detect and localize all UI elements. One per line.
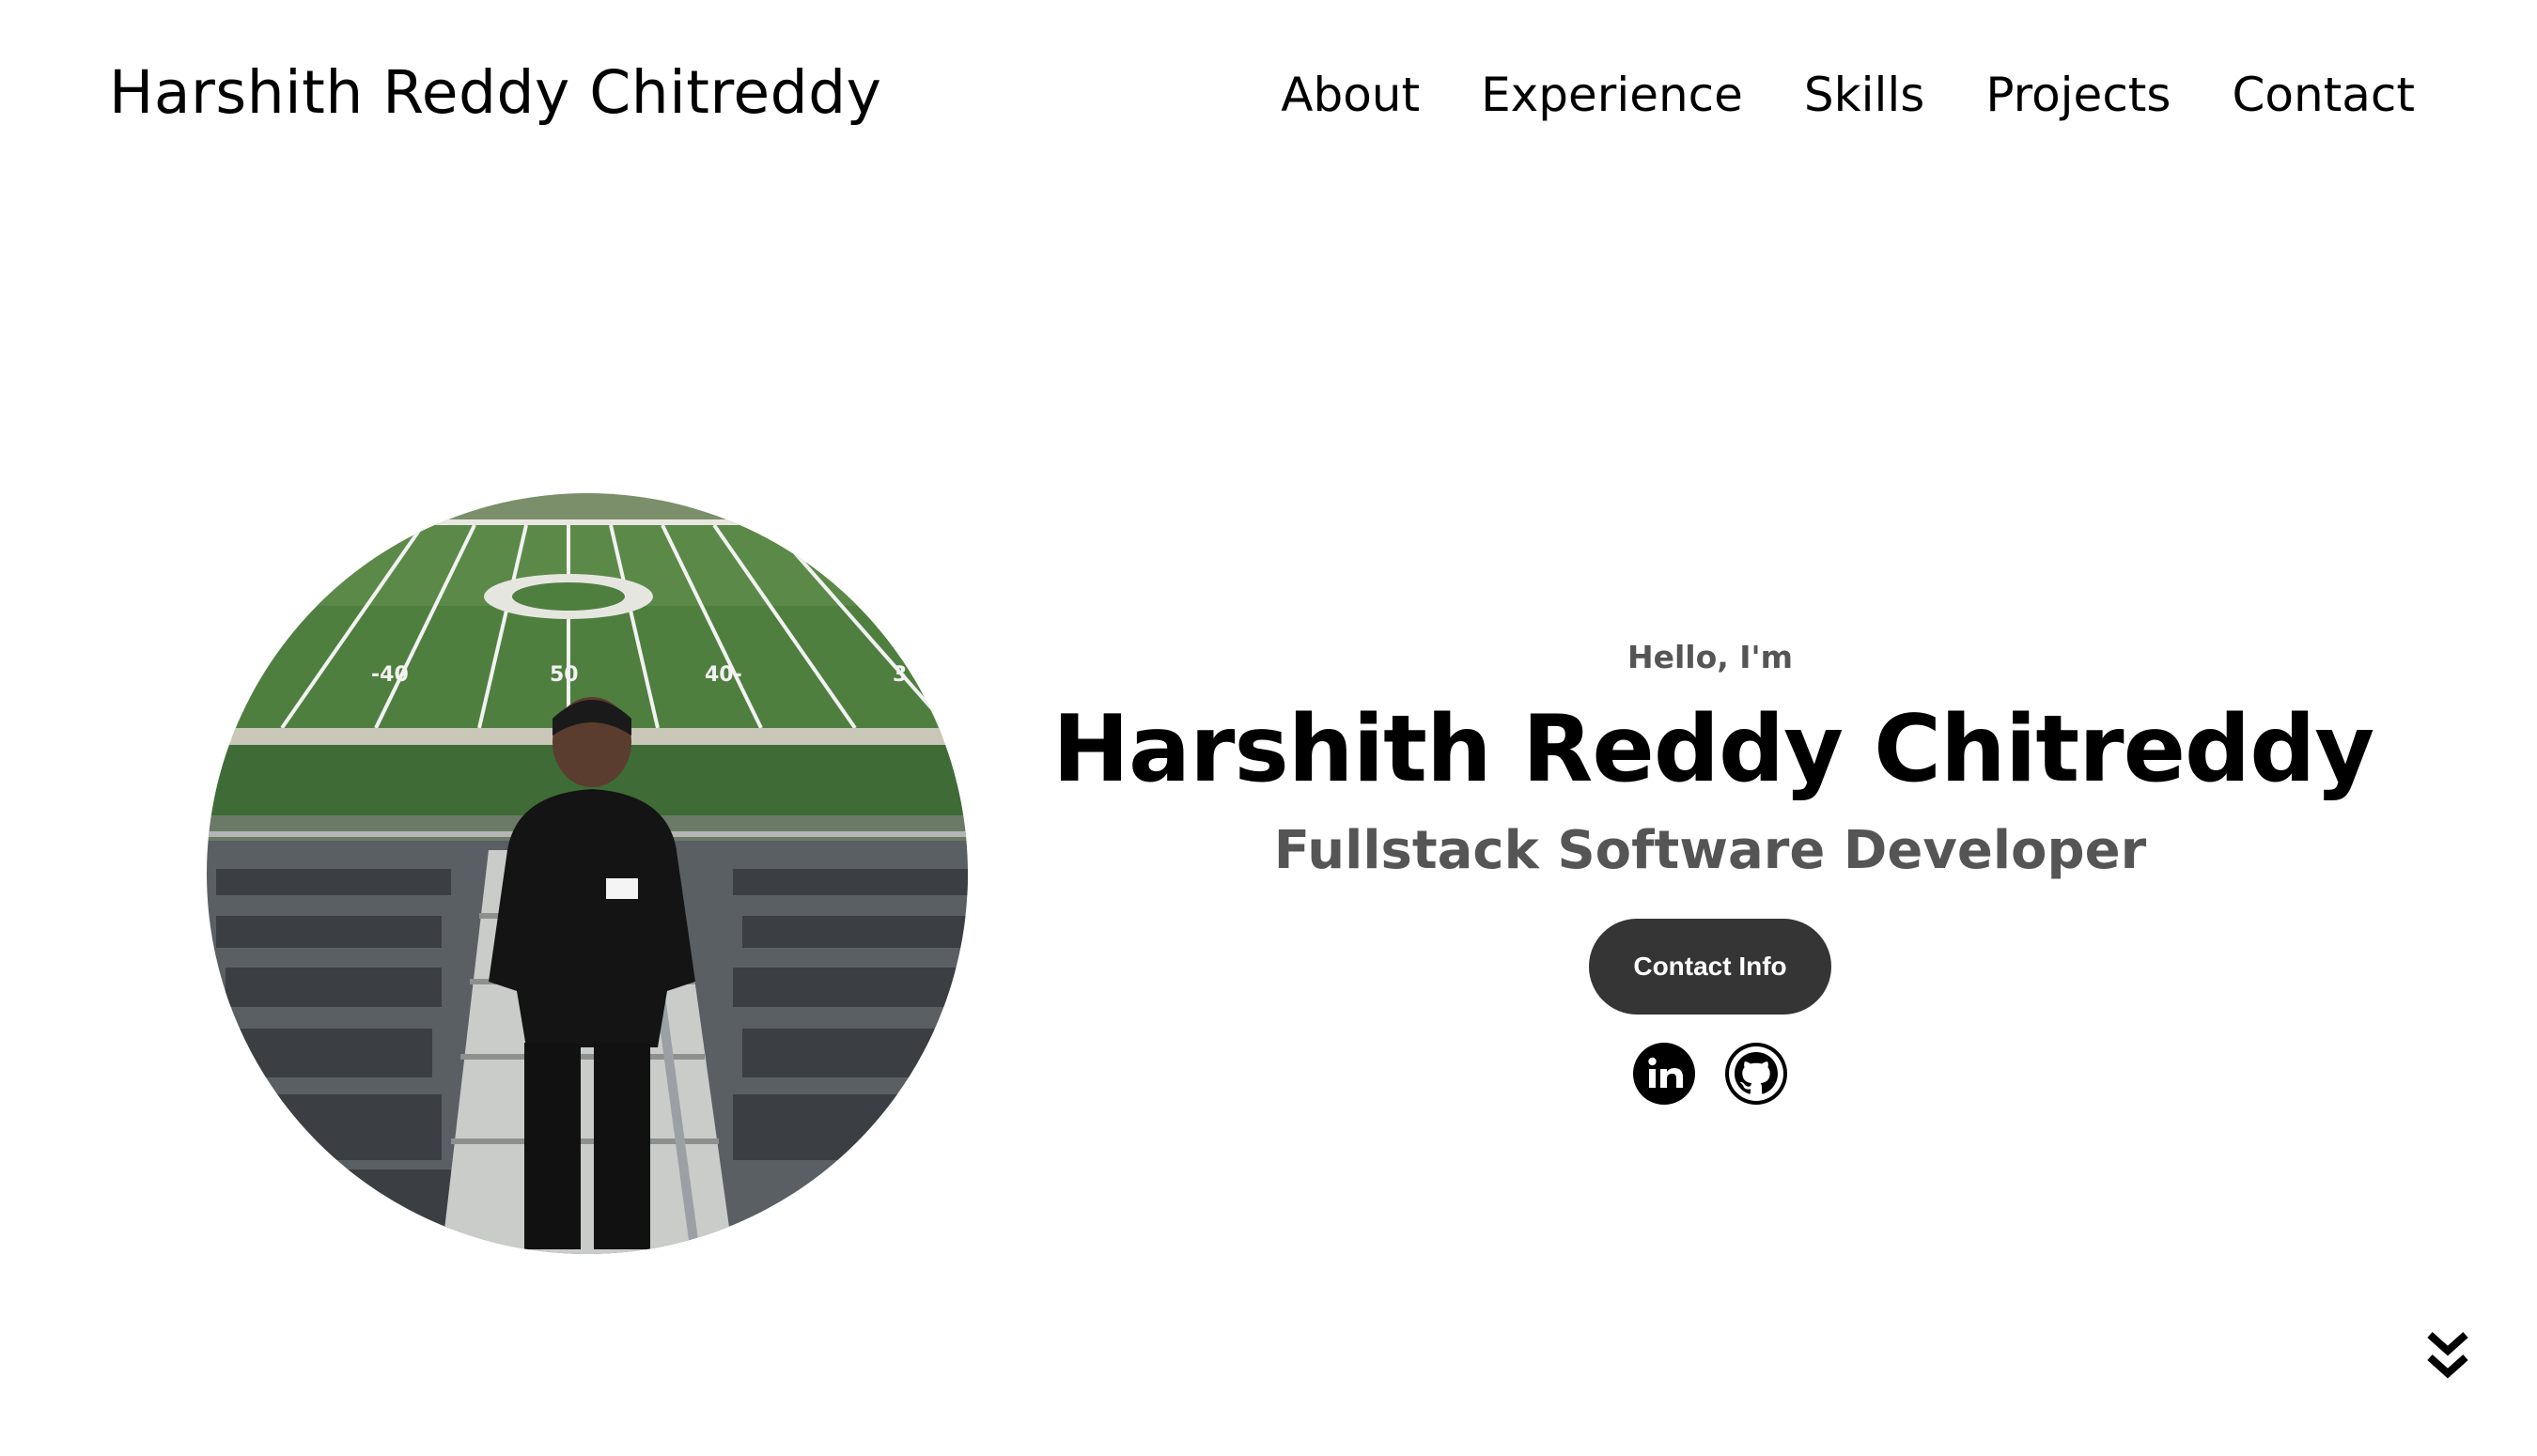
site-logo[interactable]: Harshith Reddy Chitreddy xyxy=(109,58,881,127)
nav-link-skills[interactable]: Skills xyxy=(1804,68,1924,122)
navbar: Harshith Reddy Chitreddy About Experienc… xyxy=(0,0,2537,197)
hero-name: Harshith Reddy Chitreddy xyxy=(1052,696,2374,803)
hero-role: Fullstack Software Developer xyxy=(1273,820,2147,881)
nav-link-about[interactable]: About xyxy=(1281,68,1420,122)
nav-link-contact[interactable]: Contact xyxy=(2232,68,2415,122)
yard-number: 50 xyxy=(550,663,579,687)
button-row: Contact Info xyxy=(1052,919,2368,1015)
github-icon[interactable] xyxy=(1725,1043,1787,1105)
contact-info-button[interactable]: Contact Info xyxy=(1589,919,1831,1015)
page: Harshith Reddy Chitreddy About Experienc… xyxy=(0,0,2537,1456)
yard-number: -40 xyxy=(371,663,409,687)
profile-photo: -40 50 40- 3 xyxy=(207,493,968,1254)
hero-text: Hello, I'm Harshith Reddy Chitreddy Full… xyxy=(1052,639,2374,1105)
social-links xyxy=(1052,1043,2368,1105)
yard-number: 40- xyxy=(705,663,742,687)
greeting-text: Hello, I'm xyxy=(1626,639,1794,675)
profile-photo-illustration: -40 50 40- 3 xyxy=(207,493,968,1254)
double-chevron-down-icon[interactable] xyxy=(2424,1329,2471,1382)
nav-link-projects[interactable]: Projects xyxy=(1985,68,2171,122)
nav-link-experience[interactable]: Experience xyxy=(1481,68,1743,122)
nav-links: About Experience Skills Projects Contact xyxy=(1220,68,2415,122)
linkedin-icon[interactable] xyxy=(1633,1043,1695,1105)
yard-number: 3 xyxy=(893,663,907,687)
